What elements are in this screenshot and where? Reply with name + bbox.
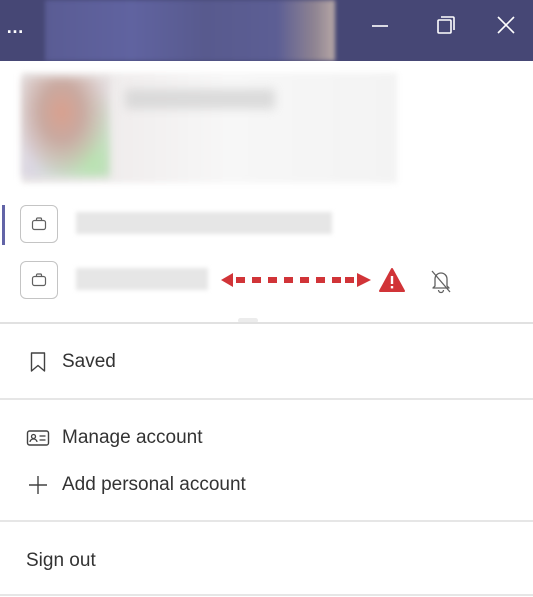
org-avatar: [20, 205, 58, 243]
title-bar: …: [0, 0, 533, 61]
org-item-current[interactable]: [0, 201, 533, 247]
double-arrow-annotation: [221, 273, 371, 287]
divider: [0, 398, 533, 400]
restore-icon: [437, 16, 455, 34]
org-avatar: [20, 261, 58, 299]
minimize-icon: [372, 25, 388, 27]
warning-icon: [379, 268, 405, 292]
manage-account-label: Manage account: [62, 427, 203, 448]
org-name-redacted: [76, 268, 208, 290]
restore-button[interactable]: [414, 0, 478, 50]
add-personal-account-menu-item[interactable]: Add personal account: [0, 463, 533, 507]
notifications-off-icon[interactable]: [427, 267, 455, 295]
sign-out-menu-item[interactable]: Sign out: [0, 539, 533, 583]
close-button[interactable]: [478, 0, 533, 50]
sign-out-label: Sign out: [26, 550, 96, 571]
bookmark-icon: [26, 350, 50, 374]
avatar[interactable]: [22, 77, 110, 177]
briefcase-icon: [31, 273, 47, 287]
more-options-button[interactable]: …: [0, 0, 30, 61]
window-title-redacted: [45, 0, 335, 61]
user-name-redacted: [125, 89, 275, 109]
briefcase-icon: [31, 217, 47, 231]
divider: [0, 520, 533, 522]
saved-menu-item[interactable]: Saved: [0, 340, 533, 384]
add-icon: [26, 473, 50, 497]
divider: [0, 594, 533, 596]
org-name-redacted: [76, 212, 332, 234]
contact-card-icon: [26, 426, 50, 450]
more-icon: …: [6, 16, 24, 37]
add-personal-account-label: Add personal account: [62, 474, 246, 495]
manage-account-menu-item[interactable]: Manage account: [0, 416, 533, 460]
close-icon: [496, 16, 515, 34]
divider: [0, 322, 533, 324]
org-item-other[interactable]: [0, 257, 533, 303]
saved-label: Saved: [62, 351, 116, 372]
minimize-button[interactable]: [348, 0, 412, 50]
